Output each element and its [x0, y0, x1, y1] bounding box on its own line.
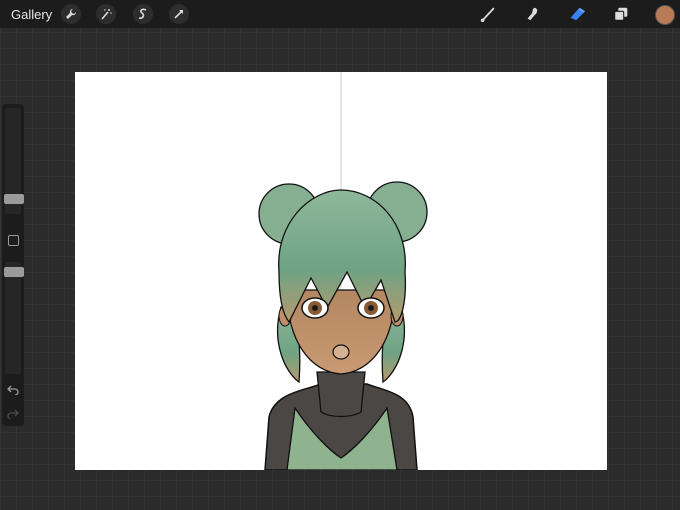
magic-wand-icon[interactable]: [96, 4, 116, 24]
left-sidebar: [2, 104, 24, 426]
brush-size-thumb[interactable]: [4, 194, 24, 204]
redo-icon[interactable]: [7, 407, 19, 419]
character-drawing: [258, 72, 428, 470]
layers-icon[interactable]: [610, 4, 632, 24]
selection-icon[interactable]: [133, 4, 153, 24]
brush-icon[interactable]: [477, 4, 499, 24]
top-toolbar: Gallery: [0, 0, 680, 28]
drawing-canvas[interactable]: [75, 72, 607, 470]
current-color-swatch[interactable]: [655, 5, 675, 25]
wrench-icon[interactable]: [61, 4, 81, 24]
eraser-icon[interactable]: [566, 4, 588, 24]
modify-button[interactable]: [8, 235, 19, 246]
transform-icon[interactable]: [169, 4, 189, 24]
gallery-button[interactable]: Gallery: [11, 7, 52, 22]
brush-size-slider[interactable]: [4, 108, 24, 214]
opacity-slider[interactable]: [4, 262, 24, 374]
smudge-icon[interactable]: [522, 4, 544, 24]
undo-icon[interactable]: [7, 383, 19, 395]
opacity-thumb[interactable]: [4, 267, 24, 277]
